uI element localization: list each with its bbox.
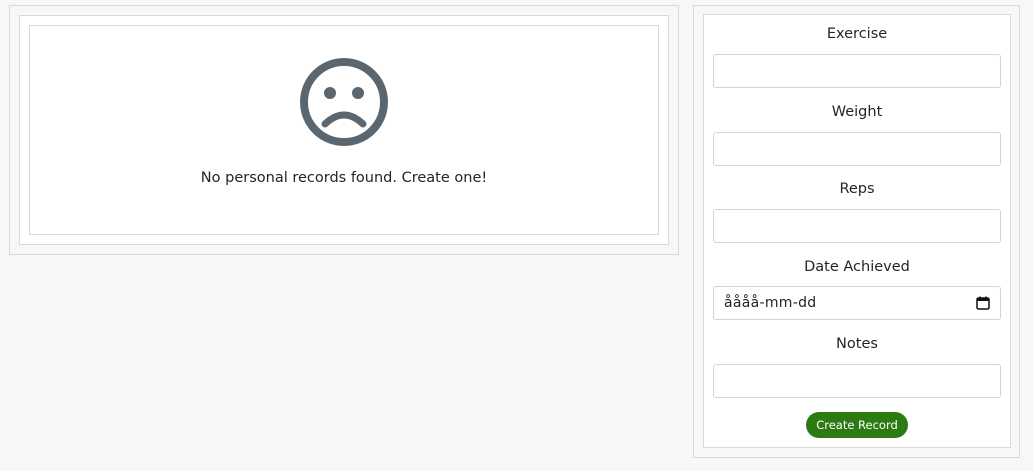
notes-label: Notes [836, 336, 878, 352]
records-card: No personal records found. Create one! [19, 15, 669, 245]
create-record-button[interactable]: Create Record [806, 412, 908, 438]
date-achieved-input[interactable]: åååå-mm-dd [713, 286, 1001, 320]
reps-input[interactable] [713, 209, 1001, 243]
weight-label: Weight [831, 104, 883, 120]
date-placeholder: åååå-mm-dd [724, 295, 817, 311]
calendar-icon[interactable] [976, 296, 990, 310]
date-achieved-label: Date Achieved [804, 259, 910, 275]
exercise-input[interactable] [713, 54, 1001, 88]
create-record-panel: Exercise Weight Reps Date Achieved åååå-… [693, 5, 1020, 458]
records-panel: No personal records found. Create one! [9, 5, 679, 255]
create-record-form: Exercise Weight Reps Date Achieved åååå-… [703, 14, 1011, 448]
notes-input[interactable] [713, 364, 1001, 398]
empty-state: No personal records found. Create one! [29, 25, 659, 235]
empty-state-message: No personal records found. Create one! [200, 170, 488, 186]
reps-label: Reps [839, 181, 875, 197]
weight-input[interactable] [713, 132, 1001, 166]
exercise-label: Exercise [826, 26, 888, 42]
sad-face-icon [300, 58, 388, 146]
